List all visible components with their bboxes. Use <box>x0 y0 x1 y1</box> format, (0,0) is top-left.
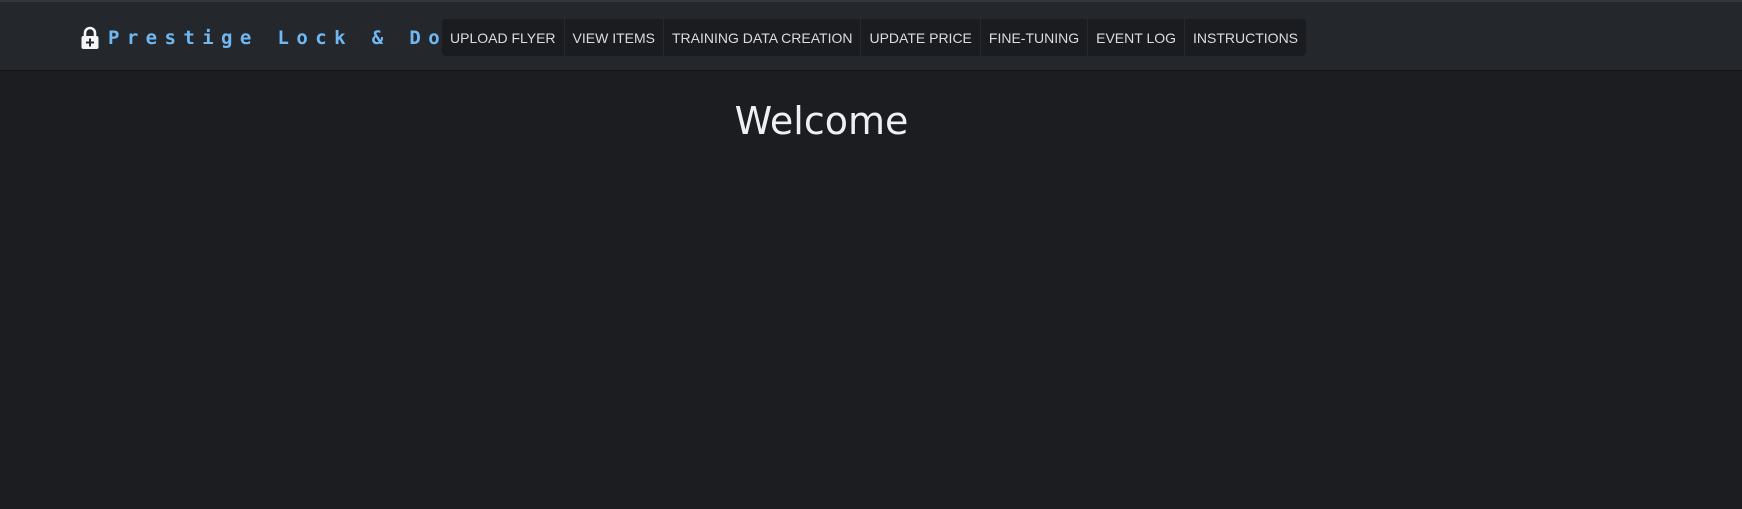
nav-view-items[interactable]: VIEW ITEMS <box>565 19 664 56</box>
page-title: Welcome <box>734 99 909 143</box>
nav-upload-flyer[interactable]: UPLOAD FLYER <box>442 19 565 56</box>
brand-name: Prestige Lock & Door <box>108 27 485 49</box>
nav-event-log[interactable]: EVENT LOG <box>1088 19 1186 56</box>
nav-training-data-creation[interactable]: TRAINING DATA CREATION <box>664 19 862 56</box>
nav-fine-tuning[interactable]: FINE-TUNING <box>981 19 1089 56</box>
main-nav: UPLOAD FLYER VIEW ITEMS TRAINING DATA CR… <box>442 19 1307 56</box>
nav-update-price[interactable]: UPDATE PRICE <box>861 19 981 56</box>
brand[interactable]: Prestige Lock & Door <box>80 24 485 52</box>
nav-instructions[interactable]: INSTRUCTIONS <box>1185 19 1306 56</box>
lock-icon <box>81 26 99 49</box>
top-navbar: Prestige Lock & Door UPLOAD FLYER VIEW I… <box>0 0 1742 71</box>
